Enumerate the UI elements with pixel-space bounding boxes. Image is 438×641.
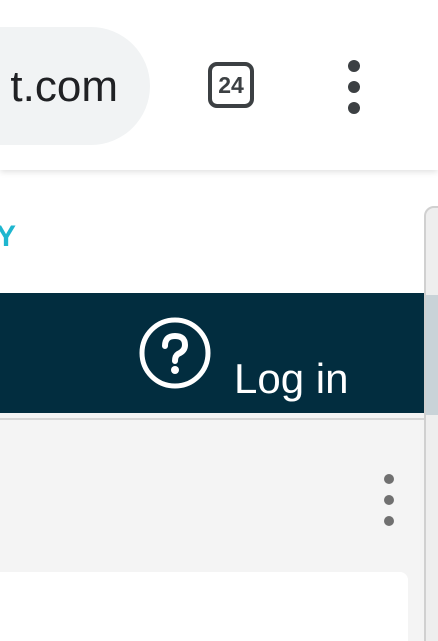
site-content: Y Log in xyxy=(0,170,438,641)
site-logo[interactable]: Y xyxy=(0,220,16,254)
browser-toolbar: t.com 24 xyxy=(0,0,438,170)
question-circle-icon[interactable] xyxy=(138,316,212,390)
browser-menu-button[interactable] xyxy=(336,58,372,116)
site-header: Y xyxy=(0,170,438,293)
login-link[interactable]: Log in xyxy=(234,355,348,403)
url-text[interactable]: t.com xyxy=(10,62,118,112)
divider xyxy=(0,418,438,420)
address-bar[interactable]: t.com xyxy=(0,27,150,145)
tab-switcher-button[interactable]: 24 xyxy=(208,62,254,108)
site-nav-bar: Log in xyxy=(0,293,438,413)
tab-count-label: 24 xyxy=(218,71,244,98)
side-panel-edge[interactable] xyxy=(424,206,438,641)
overflow-menu-button[interactable] xyxy=(374,472,404,528)
content-card xyxy=(0,572,408,641)
side-panel-nav-band xyxy=(426,295,438,415)
page: t.com 24 Y Log in xyxy=(0,0,438,641)
